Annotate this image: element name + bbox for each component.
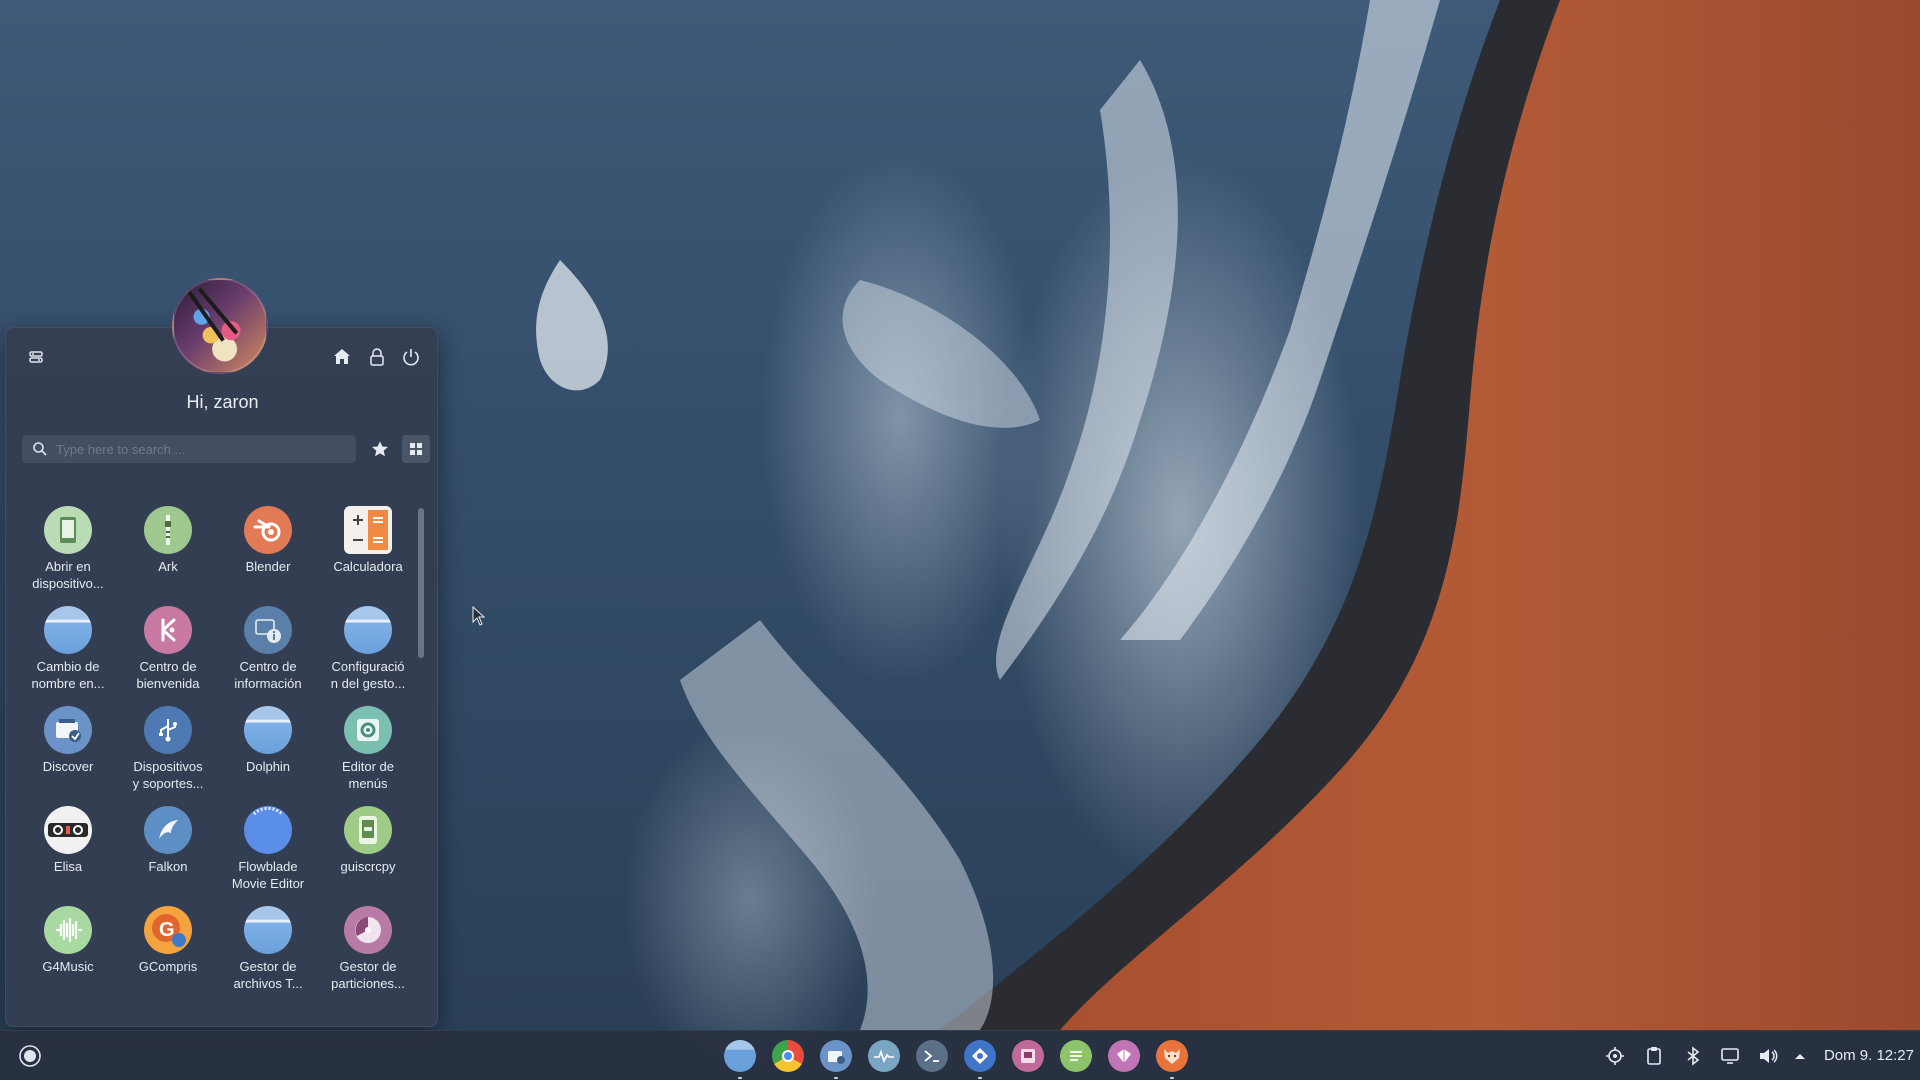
- calculator-icon: [344, 506, 392, 554]
- tray-expand-icon[interactable]: [1789, 1045, 1811, 1067]
- app-falkon[interactable]: Falkon: [118, 804, 218, 904]
- app-label: Configuració n del gesto...: [330, 659, 406, 691]
- info-center-icon: [244, 606, 292, 654]
- folder-icon: [244, 706, 292, 754]
- konsole-icon[interactable]: [916, 1040, 948, 1072]
- app-ark[interactable]: Ark: [118, 504, 218, 604]
- app-cambio-de-nombre[interactable]: Cambio de nombre en...: [18, 604, 118, 704]
- app-grid-scrollbar[interactable]: [418, 508, 424, 658]
- app-configuracion-del-gestor[interactable]: Configuració n del gesto...: [318, 604, 418, 704]
- app-label: Falkon: [148, 859, 188, 874]
- grid-view-icon[interactable]: [402, 435, 430, 463]
- mouse-cursor-icon: [472, 605, 486, 631]
- home-icon[interactable]: [328, 343, 356, 371]
- running-indicator: [1170, 1077, 1174, 1079]
- app-calculadora[interactable]: Calculadora: [318, 504, 418, 604]
- usb-devices-icon: [144, 706, 192, 754]
- user-greeting: Hi, zaron: [186, 392, 259, 412]
- firefox-icon[interactable]: [1156, 1040, 1188, 1072]
- application-launcher-menu: Hi, zaron Abrir en dispositivo... Ark: [5, 327, 438, 1027]
- app-label: Centro de información: [234, 659, 302, 691]
- app-label: Elisa: [53, 859, 83, 874]
- app-label: Cambio de nombre en...: [31, 659, 105, 691]
- app-label: Gestor de archivos T...: [233, 959, 303, 991]
- flowblade-icon: [244, 806, 292, 854]
- blender-icon: [244, 506, 292, 554]
- app-label: Blender: [245, 559, 291, 574]
- display-icon[interactable]: [1719, 1045, 1741, 1067]
- clock[interactable]: Dom 9. 12:27: [1824, 1047, 1914, 1064]
- app-elisa[interactable]: Elisa: [18, 804, 118, 904]
- elisa-icon: [44, 806, 92, 854]
- user-avatar[interactable]: [172, 278, 268, 374]
- falkon-icon: [144, 806, 192, 854]
- kdeconnect-icon[interactable]: [964, 1040, 996, 1072]
- search-input[interactable]: [56, 441, 336, 457]
- search-icon: [32, 441, 48, 462]
- gcompris-icon: G: [144, 906, 192, 954]
- search-box[interactable]: [22, 435, 356, 463]
- svg-text:G: G: [159, 919, 175, 941]
- app-label: Abrir en dispositivo...: [32, 559, 104, 591]
- app-centro-de-informacion[interactable]: Centro de información: [218, 604, 318, 704]
- panel-settings-icon[interactable]: [22, 343, 50, 371]
- folder-icon: [244, 906, 292, 954]
- app-label: Calculadora: [333, 559, 403, 574]
- lock-icon[interactable]: [363, 343, 391, 371]
- app-label: Ark: [158, 559, 178, 574]
- app-label: Flowblade Movie Editor: [231, 859, 305, 891]
- heroic-icon[interactable]: [1108, 1040, 1140, 1072]
- notes-icon[interactable]: [1060, 1040, 1092, 1072]
- chrome-icon[interactable]: [772, 1040, 804, 1072]
- network-settings-icon[interactable]: [1604, 1045, 1626, 1067]
- app-gcompris[interactable]: G GCompris: [118, 904, 218, 1004]
- guiscrcpy-icon: [344, 806, 392, 854]
- app-label: Editor de menús: [341, 759, 395, 791]
- app-label: Dispositivos y soportes...: [132, 759, 204, 791]
- app-gestor-de-particiones[interactable]: Gestor de particiones...: [318, 904, 418, 1004]
- running-indicator: [978, 1077, 982, 1079]
- app-label: guiscrcpy: [340, 859, 396, 874]
- dolphin-icon[interactable]: [724, 1040, 756, 1072]
- folder-icon: [44, 606, 92, 654]
- app-flowblade[interactable]: Flowblade Movie Editor: [218, 804, 318, 904]
- menu-editor-icon: [344, 706, 392, 754]
- app-label: Gestor de particiones...: [331, 959, 405, 991]
- g4music-icon: [44, 906, 92, 954]
- app-dispositivos-y-soportes[interactable]: Dispositivos y soportes...: [118, 704, 218, 804]
- app-label: Discover: [42, 759, 94, 774]
- bluetooth-icon[interactable]: [1682, 1045, 1704, 1067]
- running-indicator: [834, 1077, 838, 1079]
- app-label: Dolphin: [245, 759, 291, 774]
- running-indicator: [738, 1077, 742, 1079]
- app-label: G4Music: [42, 959, 94, 974]
- clipboard-icon[interactable]: [1643, 1045, 1665, 1067]
- app-guiscrcpy[interactable]: guiscrcpy: [318, 804, 418, 904]
- ark-icon: [144, 506, 192, 554]
- discover-icon: [44, 706, 92, 754]
- app-grid: Abrir en dispositivo... Ark Blender Calc…: [18, 504, 418, 1004]
- app-abrir-en-dispositivo[interactable]: Abrir en dispositivo...: [18, 504, 118, 604]
- media-app-icon[interactable]: [1012, 1040, 1044, 1072]
- discover-icon[interactable]: [820, 1040, 852, 1072]
- app-g4music[interactable]: G4Music: [18, 904, 118, 1004]
- system-monitor-icon[interactable]: [868, 1040, 900, 1072]
- app-dolphin[interactable]: Dolphin: [218, 704, 318, 804]
- app-gestor-de-archivos[interactable]: Gestor de archivos T...: [218, 904, 318, 1004]
- partition-manager-icon: [344, 906, 392, 954]
- app-launcher-icon[interactable]: [14, 1040, 46, 1072]
- app-centro-de-bienvenida[interactable]: Centro de bienvenida: [118, 604, 218, 704]
- taskbar: Dom 9. 12:27: [0, 1030, 1920, 1080]
- app-editor-de-menus[interactable]: Editor de menús: [318, 704, 418, 804]
- app-blender[interactable]: Blender: [218, 504, 318, 604]
- app-label: GCompris: [138, 959, 198, 974]
- app-label: Centro de bienvenida: [136, 659, 200, 691]
- welcome-center-icon: [144, 606, 192, 654]
- kdeconnect-open-icon: [44, 506, 92, 554]
- volume-icon[interactable]: [1757, 1045, 1779, 1067]
- app-discover[interactable]: Discover: [18, 704, 118, 804]
- folder-icon: [344, 606, 392, 654]
- power-icon[interactable]: [397, 343, 425, 371]
- favorites-star-icon[interactable]: [366, 435, 394, 463]
